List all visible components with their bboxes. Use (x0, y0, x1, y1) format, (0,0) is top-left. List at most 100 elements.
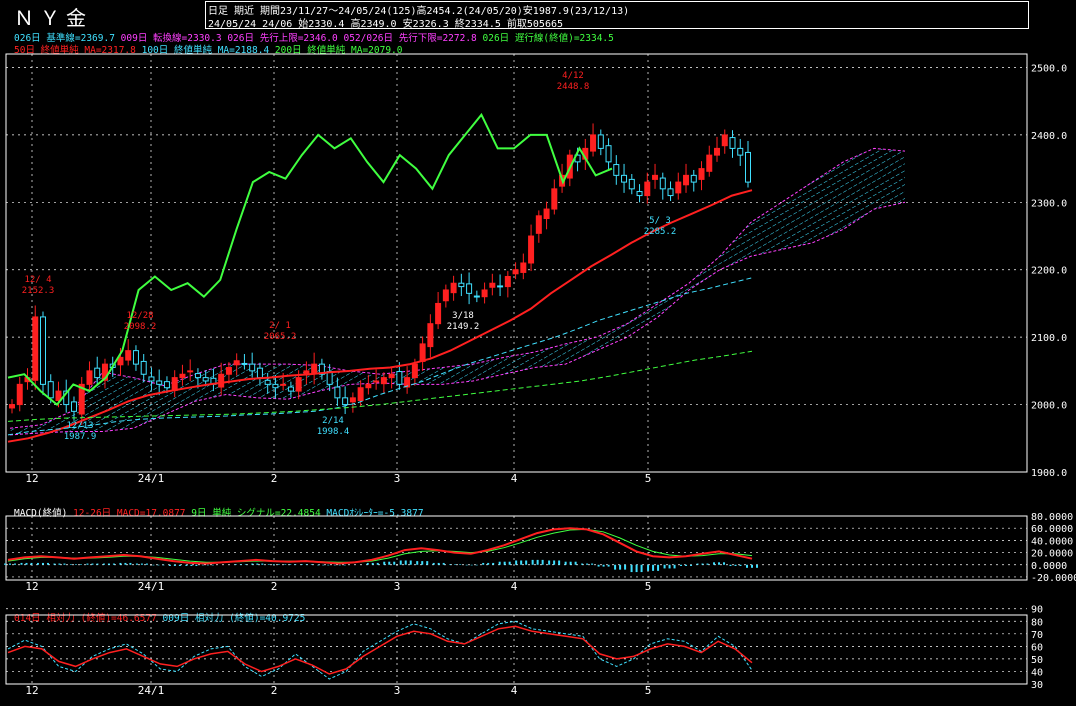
candle-body (597, 134, 604, 149)
candle-body (714, 147, 721, 156)
x-tick-label: 5 (645, 684, 652, 697)
candle-body (706, 154, 713, 172)
candle-body (721, 134, 728, 147)
candle-body (295, 377, 302, 392)
candle-body (628, 178, 635, 190)
rsi-y-tick-label: 70 (1031, 630, 1043, 641)
x-tick-label: 4 (511, 684, 518, 697)
candle-body (148, 376, 155, 382)
candle-body (264, 379, 271, 385)
rsi-y-tick-label: 80 (1031, 617, 1043, 628)
panel-frame-1 (5, 515, 1028, 581)
candle-body (419, 343, 426, 362)
x-tick-label: 24/1 (138, 580, 165, 593)
candle-body (32, 316, 39, 381)
candle-body (187, 370, 194, 373)
x-tick-label: 12 (25, 472, 38, 485)
annotation-date: 12/28 (126, 311, 153, 321)
candle-body (644, 181, 651, 197)
x-tick-label: 5 (645, 472, 652, 485)
candle-body (241, 362, 248, 365)
annotation-date: 2/14 (322, 416, 344, 426)
candle-body (218, 373, 225, 388)
panel-frame-2 (5, 614, 1028, 685)
candle-body (86, 370, 93, 385)
annotation-date: 5/ 3 (649, 216, 671, 226)
macd-y-tick-label: 60.0000 (1031, 524, 1073, 535)
candle-body (272, 383, 279, 389)
candle-body (652, 174, 659, 180)
candle-body (194, 373, 201, 379)
annotation-value: 1987.9 (64, 432, 97, 442)
candle-body (94, 367, 101, 379)
candle-body (489, 282, 496, 288)
candle-body (613, 164, 620, 176)
candle-body (287, 386, 294, 392)
x-tick-label: 3 (394, 684, 401, 697)
candle-body (132, 350, 139, 365)
candle-body (39, 316, 46, 385)
candle-body (156, 380, 163, 385)
macd-y-tick-label: 0.0000 (1031, 561, 1067, 572)
candle-body (171, 377, 178, 391)
macd-line (7, 527, 753, 565)
candle-body (698, 168, 705, 180)
candle-body (373, 380, 380, 383)
candle-body (311, 363, 318, 375)
candle-body (326, 371, 333, 385)
candle-body (512, 269, 519, 275)
x-tick-label: 3 (394, 580, 401, 593)
candle-body (280, 383, 287, 386)
x-tick-label: 5 (645, 580, 652, 593)
candle-body (442, 289, 449, 302)
candle-body (249, 363, 256, 372)
rsi14-line (7, 625, 753, 675)
candle-body (140, 360, 147, 375)
annotation-value: 2152.3 (22, 286, 55, 296)
candle-body (256, 367, 263, 379)
y-tick-label: 2400.0 (1031, 131, 1067, 142)
rsi-y-tick-label: 90 (1031, 605, 1043, 616)
candle-body (473, 295, 480, 298)
candle-body (411, 363, 418, 379)
candle-body (179, 373, 186, 379)
candle-body (667, 188, 674, 197)
candle-body (729, 137, 736, 149)
candle-body (458, 282, 465, 288)
candle-body (605, 145, 612, 163)
candle-body (659, 177, 666, 190)
y-tick-label: 2000.0 (1031, 401, 1067, 412)
x-tick-label: 4 (511, 580, 518, 593)
x-tick-label: 24/1 (138, 472, 165, 485)
candle-body (342, 397, 349, 406)
y-tick-label: 1900.0 (1031, 468, 1067, 479)
candle-body (636, 191, 643, 197)
x-tick-label: 2 (271, 684, 278, 697)
candle-body (163, 381, 170, 389)
annotation-date: 12/ 4 (24, 275, 51, 285)
x-tick-label: 12 (25, 580, 38, 593)
y-tick-label: 2300.0 (1031, 198, 1067, 209)
chart-canvas: 12 24/1 2 3 4 512 24/1 2 3 4 512 24/1 2 3 4 52500.02400… (4, 53, 1076, 697)
rsi-y-tick-label: 30 (1031, 680, 1043, 691)
candle-body (357, 387, 364, 402)
annotation-value: 2065.2 (264, 332, 297, 342)
macd-y-tick-label: -20.0000 (1031, 573, 1076, 584)
candle-body (233, 360, 240, 366)
candle-body (466, 283, 473, 294)
candle-body (551, 188, 558, 210)
y-tick-label: 2100.0 (1031, 333, 1067, 344)
candle-body (690, 174, 697, 183)
candle-body (202, 377, 209, 382)
candle-body (388, 373, 395, 379)
candle-body (70, 401, 77, 412)
rsi-y-tick-label: 50 (1031, 655, 1043, 666)
x-tick-label: 2 (271, 472, 278, 485)
annotation-date: 12/13 (66, 421, 93, 431)
candle-body (737, 147, 744, 156)
annotation-date: 2/ 1 (269, 321, 291, 331)
candle-body (365, 383, 372, 389)
annotation-value: 2149.2 (447, 322, 480, 332)
candle-body (435, 302, 442, 325)
macd-y-tick-label: 40.0000 (1031, 536, 1073, 547)
